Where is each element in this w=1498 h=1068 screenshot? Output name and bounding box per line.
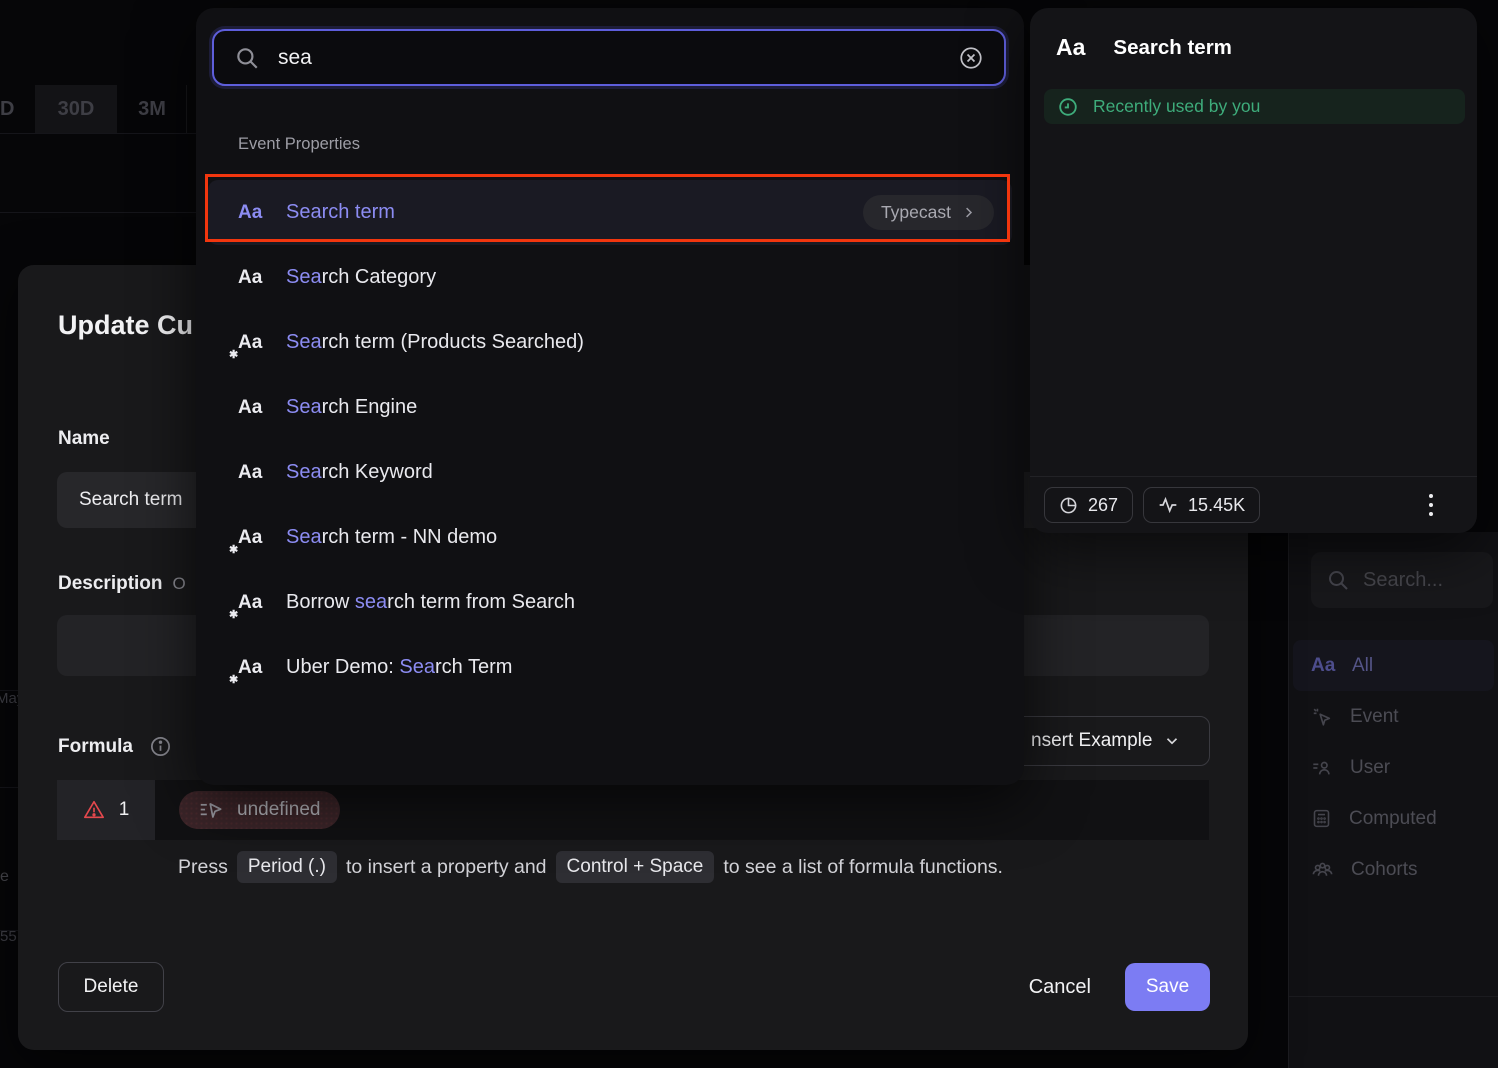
- activity-icon: [1158, 495, 1178, 515]
- sidebar-item-event[interactable]: Event: [1289, 691, 1498, 742]
- custom-text-type-icon: Aa✱: [238, 527, 272, 549]
- chevron-down-icon: [1163, 732, 1181, 750]
- cohorts-icon: [1311, 858, 1334, 881]
- pie-chart-icon: [1059, 496, 1078, 515]
- custom-property-star: ✱: [229, 608, 238, 621]
- custom-property-star: ✱: [229, 348, 238, 361]
- formula-input[interactable]: undefined: [155, 780, 1209, 840]
- clear-search-button[interactable]: [958, 45, 984, 71]
- hint-text: to insert a property and: [346, 856, 547, 879]
- sidebar-item-computed[interactable]: Computed: [1289, 793, 1498, 844]
- sidebar-search-input[interactable]: [1363, 569, 1478, 592]
- kbd-control-space: Control + Space: [556, 851, 715, 883]
- hint-text: to see a list of formula functions.: [723, 856, 1003, 879]
- text-type-icon: Aa: [238, 462, 272, 484]
- cancel-button[interactable]: Cancel: [1029, 976, 1091, 999]
- divider: [0, 787, 18, 788]
- text-type-icon: Aa: [238, 397, 272, 419]
- event-volume-stat[interactable]: 15.45K: [1143, 487, 1260, 523]
- recently-used-label: Recently used by you: [1093, 96, 1260, 117]
- section-header-event-properties: Event Properties: [238, 135, 360, 154]
- sidebar-item-label: User: [1350, 757, 1390, 779]
- formula-label: Formula: [58, 736, 133, 758]
- custom-text-type-icon: Aa✱: [238, 657, 272, 679]
- distinct-values-stat[interactable]: 267: [1044, 487, 1133, 523]
- result-search-engine[interactable]: Aa Search Engine: [208, 375, 1012, 440]
- tab-30d[interactable]: 30D: [35, 85, 117, 133]
- custom-property-star: ✱: [229, 673, 238, 686]
- description-label: Description: [58, 573, 163, 595]
- result-search-term-products-searched[interactable]: Aa✱ Search term (Products Searched): [208, 310, 1012, 375]
- result-uber-demo-search-term[interactable]: Aa✱ Uber Demo: Search Term: [208, 635, 1012, 700]
- recently-used-badge: Recently used by you: [1044, 89, 1465, 124]
- insert-example-label: nsert Example: [1031, 730, 1152, 752]
- kbd-period: Period (.): [237, 851, 337, 883]
- custom-text-type-icon: Aa✱: [238, 592, 272, 614]
- tab-3m[interactable]: 3M: [117, 85, 187, 133]
- text-type-icon: Aa: [238, 202, 272, 224]
- text-type-icon: Aa: [1056, 34, 1085, 61]
- sidebar-item-label: Computed: [1349, 808, 1437, 830]
- name-label: Name: [58, 428, 110, 450]
- event-icon: [1311, 706, 1333, 728]
- info-icon[interactable]: [149, 735, 172, 758]
- event-property-icon: [199, 800, 225, 820]
- property-result-list: Aa Search term Typecast Aa Search Catego…: [208, 180, 1012, 700]
- result-search-term-nn-demo[interactable]: Aa✱ Search term - NN demo: [208, 505, 1012, 570]
- more-options-button[interactable]: [1425, 490, 1438, 521]
- save-button[interactable]: Save: [1125, 963, 1210, 1011]
- computed-icon: [1311, 808, 1332, 829]
- delete-button[interactable]: Delete: [58, 962, 164, 1012]
- clock-icon: [1057, 96, 1079, 118]
- tab-divider: [186, 85, 187, 133]
- undefined-token-label: undefined: [237, 799, 320, 821]
- warning-icon: [83, 799, 105, 821]
- formula-editor: 1 undefined: [57, 780, 1209, 840]
- custom-property-star: ✱: [229, 543, 238, 556]
- sidebar-item-label: Cohorts: [1351, 859, 1418, 881]
- user-icon: [1311, 757, 1333, 779]
- formula-hint: Press Period (.) to insert a property an…: [178, 851, 1003, 883]
- close-circle-icon: [958, 45, 984, 71]
- hint-text: Press: [178, 856, 228, 879]
- sidebar-item-label: Event: [1350, 706, 1399, 728]
- formula-error-gutter: 1: [57, 780, 155, 840]
- sidebar-item-label: All: [1352, 655, 1373, 677]
- divider: [0, 212, 196, 213]
- chevron-right-icon: [961, 205, 976, 220]
- error-count: 1: [119, 799, 130, 821]
- typecast-badge[interactable]: Typecast: [863, 195, 994, 230]
- property-search-input[interactable]: [278, 46, 940, 70]
- sidebar-item-user[interactable]: User: [1289, 742, 1498, 793]
- date-range-tabs: D 30D 3M: [0, 85, 187, 133]
- custom-text-type-icon: Aa✱: [238, 332, 272, 354]
- chart-axis-fragment: e: [0, 868, 9, 886]
- property-search-dropdown: Event Properties Aa Search term Typecast…: [196, 8, 1024, 785]
- result-search-term[interactable]: Aa Search term Typecast: [208, 180, 1012, 245]
- tab-date-partial[interactable]: D: [0, 85, 20, 133]
- text-type-icon: Aa: [1311, 655, 1335, 677]
- property-detail-title: Search term: [1113, 36, 1232, 60]
- modal-title: Update Cu: [58, 310, 193, 341]
- sidebar-search[interactable]: [1311, 552, 1493, 608]
- undefined-token[interactable]: undefined: [179, 791, 340, 829]
- sidebar-item-all[interactable]: Aa All: [1293, 640, 1494, 691]
- result-search-category[interactable]: Aa Search Category: [208, 245, 1012, 310]
- property-detail-footer: 267 15.45K: [1030, 476, 1477, 533]
- description-optional-label: O: [173, 574, 186, 594]
- sidebar-item-cohorts[interactable]: Cohorts: [1289, 844, 1498, 895]
- divider: [0, 133, 196, 134]
- result-search-keyword[interactable]: Aa Search Keyword: [208, 440, 1012, 505]
- text-type-icon: Aa: [238, 267, 272, 289]
- chart-axis-fragment: 55: [0, 928, 17, 945]
- search-icon: [234, 45, 260, 71]
- property-search-box[interactable]: [212, 29, 1006, 86]
- property-detail-panel: Aa Search term Recently used by you 267 …: [1030, 8, 1477, 533]
- result-borrow-search-term[interactable]: Aa✱ Borrow search term from Search: [208, 570, 1012, 635]
- divider: [1289, 996, 1498, 997]
- search-icon: [1326, 568, 1350, 592]
- property-type-sidebar: Aa All Event User Computed Cohorts: [1288, 532, 1498, 1068]
- app-screen: D 30D 3M May e 55 Aa All Event User: [0, 0, 1498, 1068]
